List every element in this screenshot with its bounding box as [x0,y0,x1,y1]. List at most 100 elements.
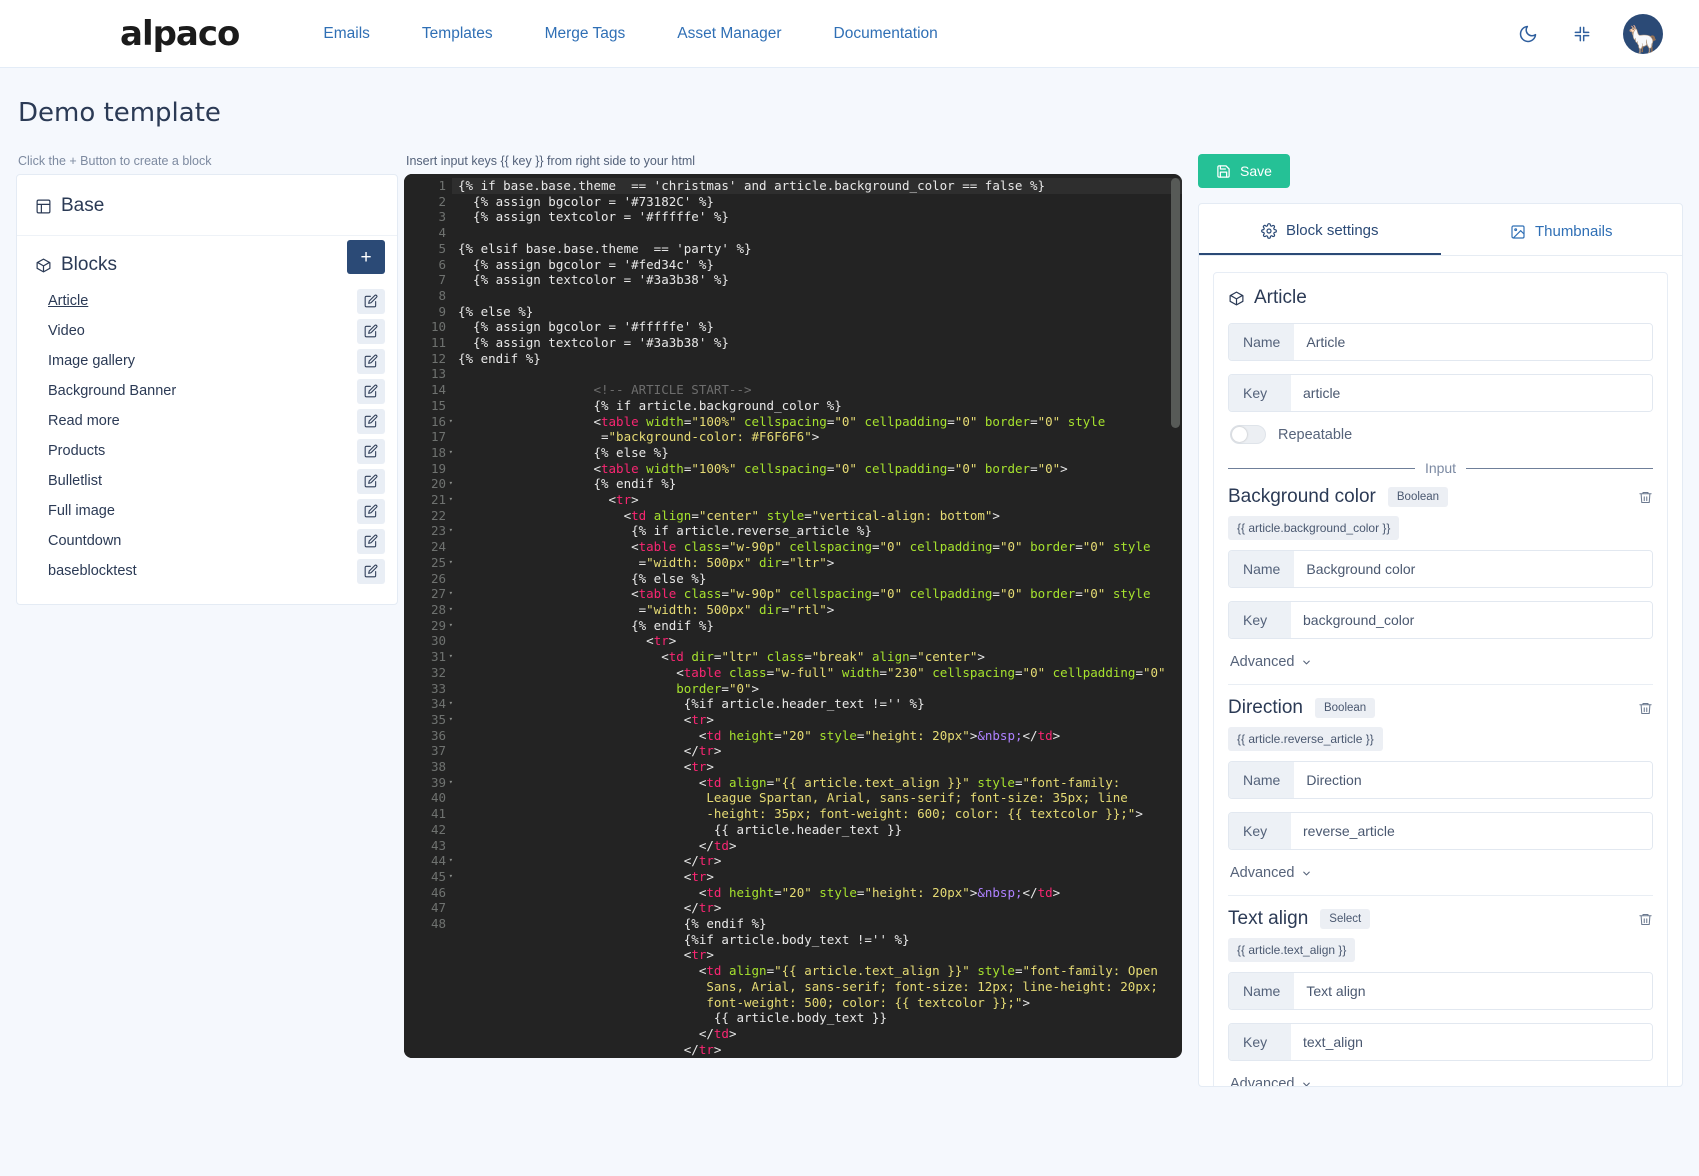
code-line: ="width: 500px" dir="ltr"> [452,555,1182,571]
advanced-toggle[interactable]: Advanced [1230,865,1312,881]
code-editor-column: Insert input keys {{ key }} from right s… [404,154,1182,1087]
input-name-input[interactable] [1294,762,1652,798]
line-number: 13 [404,366,452,382]
edit-block-button[interactable] [357,379,385,404]
block-name-input[interactable] [1294,324,1652,360]
input-key-input[interactable] [1291,813,1652,849]
code-line: {% if article.background_color %} [452,398,1182,414]
block-item-label[interactable]: Image gallery [48,353,135,369]
blocks-label: Blocks [61,254,117,276]
repeatable-toggle[interactable] [1230,425,1266,444]
block-item-label[interactable]: baseblocktest [48,563,137,579]
nav-link-merge-tags[interactable]: Merge Tags [519,25,652,43]
input-key-field: Key [1228,1023,1653,1061]
nav-link-emails[interactable]: Emails [297,25,396,43]
base-row[interactable]: Base [17,175,397,236]
block-item-label[interactable]: Countdown [48,533,121,549]
nav-right-actions: 🦙 [1515,0,1663,68]
nav-link-asset-manager[interactable]: Asset Manager [651,25,807,43]
input-key-input[interactable] [1291,602,1652,638]
compress-icon[interactable] [1569,21,1595,47]
edit-block-button[interactable] [357,409,385,434]
edit-pencil-icon [364,354,378,368]
editor-scrollbar[interactable] [1171,178,1180,428]
block-key-input[interactable] [1291,375,1652,411]
top-navigation-bar: alpaco Emails Templates Merge Tags Asset… [0,0,1699,68]
workspace: Click the + Button to create a block Bas… [0,154,1699,1087]
line-number: 23 [404,523,452,539]
line-number: 41 [404,806,452,822]
input-name-label: Name [1229,762,1294,798]
block-list-item: Countdown [17,526,397,556]
chevron-down-icon [1301,1079,1312,1088]
input-key-input[interactable] [1291,1024,1652,1060]
input-group: Text alignSelect{{ article.text_align }}… [1228,895,1653,1087]
block-item-label[interactable]: Bulletlist [48,473,102,489]
tab-block-settings[interactable]: Block settings [1199,204,1441,255]
edit-block-button[interactable] [357,559,385,584]
block-key-label: Key [1229,375,1291,411]
code-content[interactable]: {% if base.base.theme == 'christmas' and… [452,174,1182,1058]
edit-pencil-icon [364,504,378,518]
html-code-editor[interactable]: 1234567891011121314151617181920212223242… [404,174,1182,1058]
input-key-field: Key [1228,601,1653,639]
code-line: <tr> [452,712,1182,728]
add-block-button[interactable]: + [347,240,385,274]
moon-icon[interactable] [1515,21,1541,47]
merge-tag-chip[interactable]: {{ article.text_align }} [1228,938,1355,962]
input-name-input[interactable] [1294,973,1652,1009]
line-number: 31 [404,649,452,665]
input-section-divider: Input [1228,460,1653,476]
merge-tag-chip[interactable]: {{ article.reverse_article }} [1228,727,1383,751]
code-line: {% else %} [452,571,1182,587]
delete-input-button[interactable] [1638,701,1653,716]
edit-block-button[interactable] [357,439,385,464]
edit-block-button[interactable] [357,529,385,554]
advanced-toggle[interactable]: Advanced [1230,1076,1312,1087]
blocks-sidebar: Click the + Button to create a block Bas… [16,154,398,1087]
tab-thumbnails[interactable]: Thumbnails [1441,204,1683,255]
edit-block-button[interactable] [357,349,385,374]
delete-input-button[interactable] [1638,912,1653,927]
input-name-input[interactable] [1294,551,1652,587]
input-name-label: Name [1229,973,1294,1009]
block-item-label[interactable]: Article [48,293,88,309]
nav-link-templates[interactable]: Templates [396,25,519,43]
block-item-label[interactable]: Full image [48,503,115,519]
line-number: 44 [404,853,452,869]
input-group-header: DirectionBoolean [1228,697,1653,719]
brand-logo[interactable]: alpaco [120,14,239,54]
edit-block-button[interactable] [357,469,385,494]
input-group: DirectionBoolean {{ article.reverse_artic… [1228,684,1653,895]
block-item-label[interactable]: Products [48,443,105,459]
line-number: 1 [404,178,452,194]
inputs-list: Background colorBoolean{{ article.backgr… [1228,486,1653,1087]
save-button[interactable]: Save [1198,154,1290,188]
code-line: {{ article.header_text }} [452,822,1182,838]
line-number-gutter: 1234567891011121314151617181920212223242… [404,174,452,1058]
edit-block-button[interactable] [357,319,385,344]
line-number: 48 [404,916,452,932]
code-line: </tr> [452,1042,1182,1058]
delete-input-button[interactable] [1638,490,1653,505]
code-line: </tr> [452,900,1182,916]
block-item-label[interactable]: Video [48,323,85,339]
code-line: {% if article.reverse_article %} [452,523,1182,539]
advanced-toggle[interactable]: Advanced [1230,654,1312,670]
line-number: 27 [404,586,452,602]
edit-block-button[interactable] [357,499,385,524]
nav-link-documentation[interactable]: Documentation [808,25,964,43]
edit-block-button[interactable] [357,289,385,314]
input-name-field: Name [1228,550,1653,588]
avatar[interactable]: 🦙 [1623,14,1663,54]
block-item-label[interactable]: Read more [48,413,120,429]
block-list-item: Read more [17,406,397,436]
advanced-label: Advanced [1230,865,1295,881]
block-item-label[interactable]: Background Banner [48,383,176,399]
line-number: 20 [404,476,452,492]
block-list: Article Video Image gallery Background Bann… [17,286,397,586]
block-name-field: Name [1228,323,1653,361]
blocks-header: Blocks + [17,236,397,286]
cube-icon [1228,290,1245,307]
merge-tag-chip[interactable]: {{ article.background_color }} [1228,516,1399,540]
